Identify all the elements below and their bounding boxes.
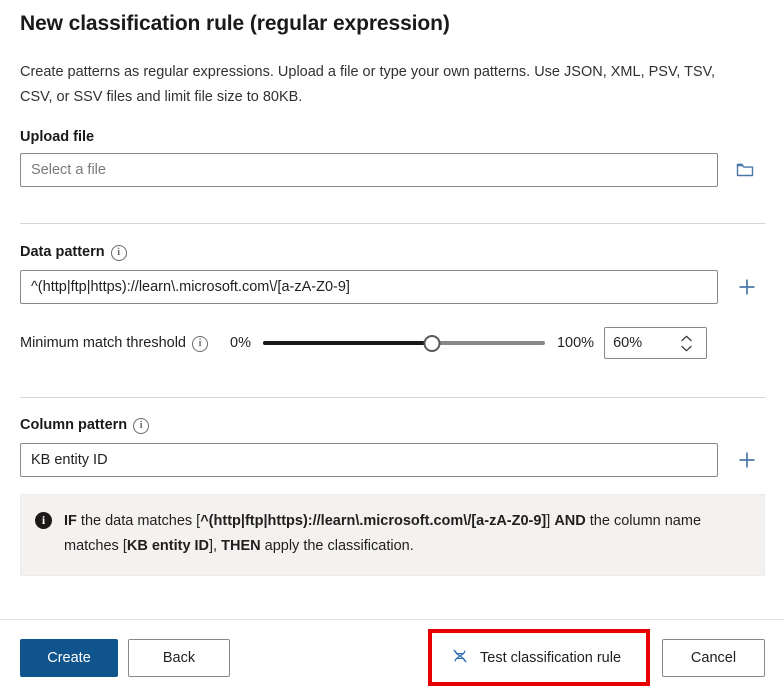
summary-text-1: the data matches [ [76, 513, 201, 529]
summary-and-word: AND [554, 513, 586, 529]
summary-data-pattern: ^(http|ftp|https)://learn\.microsoft.com… [200, 513, 547, 529]
info-icon[interactable]: i [133, 418, 150, 434]
summary-column-pattern: KB entity ID [126, 538, 210, 554]
threshold-spinner[interactable]: 60% [604, 327, 708, 359]
footer-divider [0, 619, 784, 620]
cancel-button[interactable]: Cancel [662, 639, 765, 677]
spinner-arrows[interactable] [681, 335, 698, 352]
upload-file-placeholder: Select a file [31, 162, 106, 178]
page-title: New classification rule (regular express… [20, 12, 450, 35]
back-button[interactable]: Back [128, 639, 230, 677]
upload-file-input[interactable]: Select a file [20, 153, 718, 187]
threshold-value: 60% [613, 335, 643, 351]
threshold-max-label: 100% [556, 335, 595, 351]
data-pattern-input[interactable]: ^(http|ftp|https)://learn\.microsoft.com… [20, 270, 718, 304]
divider-data-pattern [20, 397, 765, 398]
plus-icon[interactable] [731, 444, 763, 476]
test-classification-rule-button[interactable]: Test classification rule [436, 639, 636, 677]
info-icon[interactable]: i [110, 245, 127, 261]
test-classification-rule-label: Test classification rule [480, 650, 622, 666]
chevron-down-icon [681, 345, 692, 351]
info-icon[interactable]: i [192, 336, 208, 352]
column-pattern-input[interactable]: KB entity ID [20, 443, 718, 477]
dna-test-icon [450, 646, 470, 670]
create-button[interactable]: Create [20, 639, 118, 677]
threshold-min-label: 0% [230, 335, 251, 351]
summary-then-word: THEN [221, 538, 261, 554]
data-pattern-label: Data pattern i [20, 244, 127, 261]
chevron-up-icon [681, 335, 692, 341]
upload-file-label: Upload file [20, 129, 94, 145]
slider-fill [262, 341, 433, 345]
data-pattern-label-text: Data pattern [20, 244, 105, 260]
minimum-match-threshold-row: Minimum match threshold i 0% 100% 60% [20, 327, 765, 359]
column-pattern-label-text: Column pattern [20, 417, 128, 433]
slider-thumb[interactable] [423, 334, 441, 352]
new-classification-rule-dialog: New classification rule (regular express… [0, 0, 784, 698]
column-pattern-label: Column pattern i [20, 417, 150, 434]
threshold-slider[interactable] [262, 333, 545, 353]
folder-icon[interactable] [729, 154, 761, 186]
page-description: Create patterns as regular expressions. … [20, 64, 716, 105]
divider-upload [20, 223, 765, 224]
rule-summary-text: IF the data matches [^(http|ftp|https):/… [64, 509, 748, 559]
column-pattern-value: KB entity ID [31, 452, 108, 468]
summary-text-4: ], [209, 538, 222, 554]
threshold-label-text: Minimum match threshold [20, 335, 186, 351]
data-pattern-value: ^(http|ftp|https)://learn\.microsoft.com… [31, 279, 350, 295]
rule-summary-infobox: i IF the data matches [^(http|ftp|https)… [20, 494, 765, 576]
threshold-label: Minimum match threshold i [20, 335, 208, 352]
info-filled-icon: i [35, 512, 52, 529]
plus-icon[interactable] [731, 271, 763, 303]
upload-file-label-text: Upload file [20, 129, 95, 145]
summary-text-5: apply the classification. [260, 538, 414, 554]
summary-if-word: IF [64, 513, 77, 529]
